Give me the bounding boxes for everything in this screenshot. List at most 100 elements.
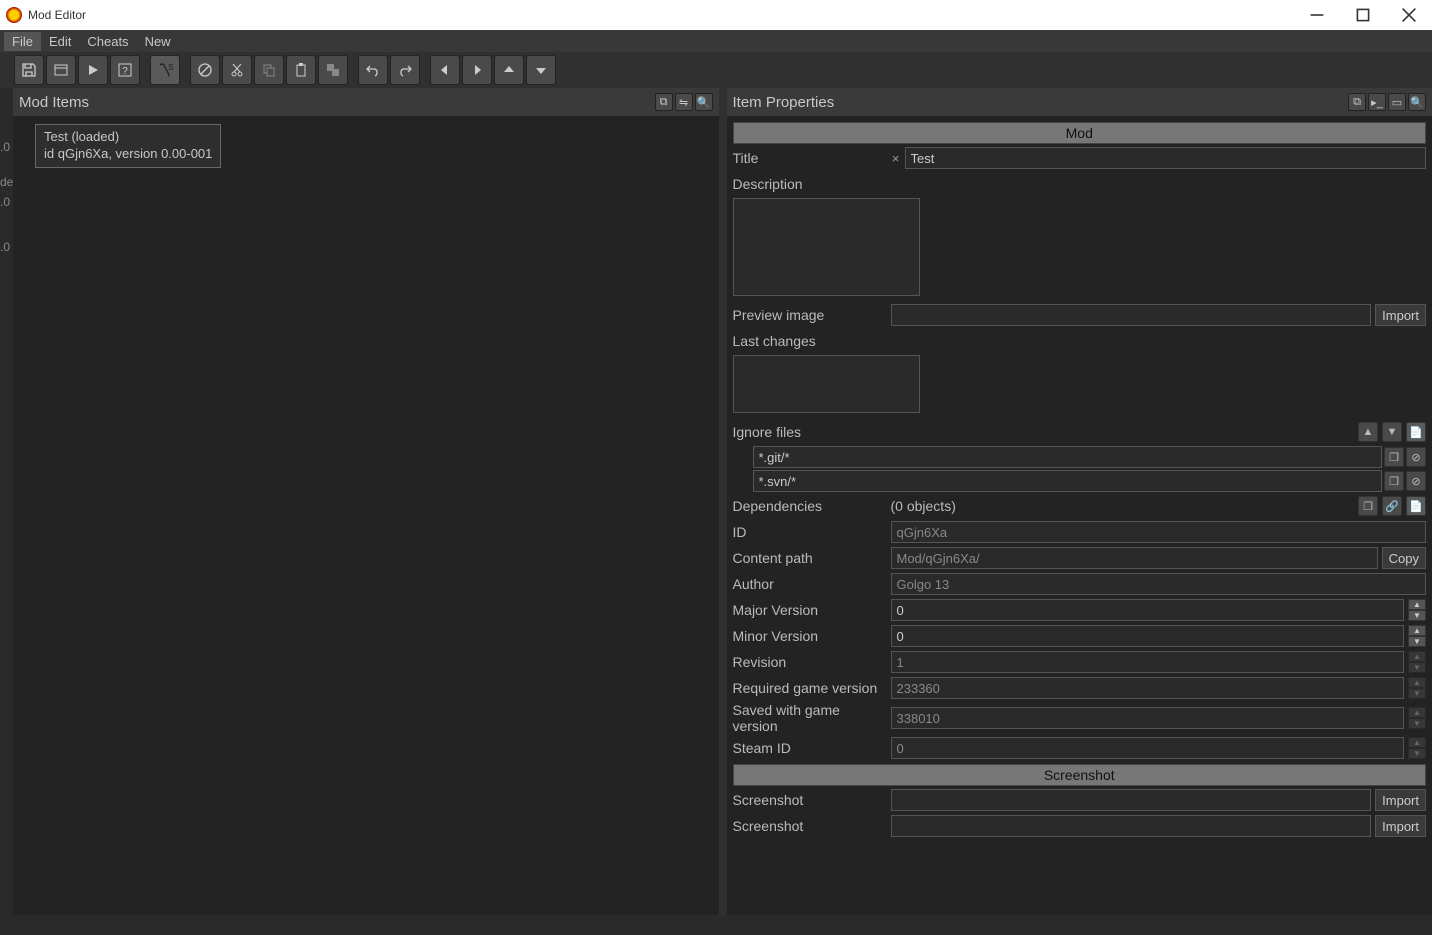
panel-search-icon[interactable]: 🔍 (695, 93, 713, 111)
nav-down-icon[interactable] (526, 55, 556, 85)
import-preview-button[interactable]: Import (1375, 304, 1426, 326)
savedgame-up-icon: ▲ (1408, 707, 1426, 718)
footer-strip (0, 915, 1432, 935)
nav-up-icon[interactable] (494, 55, 524, 85)
id-input (891, 521, 1427, 543)
label-saved-game-version: Saved with game version (733, 702, 887, 734)
description-input[interactable] (733, 198, 920, 296)
ignore-add-icon[interactable]: 📄 (1406, 422, 1426, 442)
paste-icon[interactable] (286, 55, 316, 85)
ignore-pattern-1-input[interactable] (753, 446, 1383, 468)
help-icon[interactable]: ? (110, 55, 140, 85)
minor-up-icon[interactable]: ▲ (1408, 625, 1426, 636)
ignore-down-icon[interactable]: ▼ (1382, 422, 1402, 442)
section-screenshot[interactable]: Screenshot (733, 764, 1427, 786)
play-icon[interactable] (78, 55, 108, 85)
major-down-icon[interactable]: ▼ (1408, 610, 1426, 621)
window-title: Mod Editor (28, 8, 86, 22)
screenshot-1-input[interactable] (891, 789, 1372, 811)
label-title: Title (733, 150, 887, 166)
ignore-copy-icon[interactable]: ❐ (1384, 471, 1404, 491)
deps-add-icon[interactable]: 📄 (1406, 496, 1426, 516)
menu-bar: File Edit Cheats New (0, 30, 1432, 52)
ignore-remove-icon[interactable]: ⊘ (1406, 471, 1426, 491)
savedgame-down-icon: ▼ (1408, 718, 1426, 729)
deps-link-icon[interactable]: 🔗 (1382, 496, 1402, 516)
panel-expand-icon[interactable]: ⧉ (655, 93, 673, 111)
import-screenshot-2-button[interactable]: Import (1375, 815, 1426, 837)
script-icon[interactable]: S (150, 55, 180, 85)
menu-cheats[interactable]: Cheats (79, 32, 136, 51)
label-major-version: Major Version (733, 602, 887, 618)
toolbar: ? S (0, 52, 1432, 88)
svg-text:?: ? (122, 66, 128, 77)
major-up-icon[interactable]: ▲ (1408, 599, 1426, 610)
minimize-button[interactable] (1294, 0, 1340, 30)
dependencies-count: (0 objects) (891, 498, 1355, 514)
ignore-copy-icon[interactable]: ❐ (1384, 447, 1404, 467)
menu-edit[interactable]: Edit (41, 32, 79, 51)
nav-back-icon[interactable] (430, 55, 460, 85)
item-properties-title: Item Properties (733, 94, 835, 111)
reqgame-up-icon: ▲ (1408, 677, 1426, 688)
label-steam-id: Steam ID (733, 740, 887, 756)
preview-image-input[interactable] (891, 304, 1372, 326)
major-version-input[interactable] (891, 599, 1405, 621)
panel-expand-icon[interactable]: ⧉ (1348, 93, 1366, 111)
save-icon[interactable] (14, 55, 44, 85)
panel-search-icon[interactable]: 🔍 (1408, 93, 1426, 111)
revision-up-icon: ▲ (1408, 651, 1426, 662)
copy-path-button[interactable]: Copy (1382, 547, 1426, 569)
item-properties-panel: Item Properties ⧉ ▸_ ▭ 🔍 Mod Title × Des… (719, 88, 1432, 915)
ignore-pattern-2-input[interactable] (753, 470, 1383, 492)
reqgame-down-icon: ▼ (1408, 688, 1426, 699)
nav-forward-icon[interactable] (462, 55, 492, 85)
title-input[interactable] (905, 147, 1427, 169)
menu-new[interactable]: New (137, 32, 179, 51)
cut-icon[interactable] (222, 55, 252, 85)
label-minor-version: Minor Version (733, 628, 887, 644)
panel-console-icon[interactable]: ▸_ (1368, 93, 1386, 111)
import-screenshot-1-button[interactable]: Import (1375, 789, 1426, 811)
close-button[interactable] (1386, 0, 1432, 30)
window-titlebar: Mod Editor (0, 0, 1432, 30)
mod-items-panel: Mod Items ⧉ ⇋ 🔍 Test (loaded) id qGjn6Xa… (13, 88, 719, 915)
label-author: Author (733, 576, 887, 592)
redo-icon[interactable] (390, 55, 420, 85)
steamid-down-icon: ▼ (1408, 748, 1426, 759)
author-input (891, 573, 1427, 595)
layers-icon[interactable] (318, 55, 348, 85)
minor-version-input[interactable] (891, 625, 1405, 647)
mod-items-title: Mod Items (19, 94, 89, 111)
copy-icon[interactable] (254, 55, 284, 85)
forbid-icon[interactable] (190, 55, 220, 85)
svg-text:S: S (168, 63, 173, 72)
ignore-remove-icon[interactable]: ⊘ (1406, 447, 1426, 467)
label-id: ID (733, 524, 887, 540)
screenshot-2-input[interactable] (891, 815, 1372, 837)
label-preview-image: Preview image (733, 307, 887, 323)
app-icon (6, 7, 22, 23)
undo-icon[interactable] (358, 55, 388, 85)
panel-usb-icon[interactable]: ⇋ (675, 93, 693, 111)
window-icon[interactable] (46, 55, 76, 85)
ignore-up-icon[interactable]: ▲ (1358, 422, 1378, 442)
maximize-button[interactable] (1340, 0, 1386, 30)
deps-copy-icon[interactable]: ❐ (1358, 496, 1378, 516)
revision-input (891, 651, 1405, 673)
last-changes-input[interactable] (733, 355, 920, 413)
label-description: Description (733, 176, 887, 192)
menu-file[interactable]: File (4, 32, 41, 51)
clear-title-icon[interactable]: × (891, 151, 901, 166)
mod-item-name: Test (loaded) (44, 129, 212, 146)
section-mod[interactable]: Mod (733, 122, 1427, 144)
mod-list-item[interactable]: Test (loaded) id qGjn6Xa, version 0.00-0… (35, 124, 221, 168)
saved-game-version-input (891, 707, 1405, 729)
label-screenshot-2: Screenshot (733, 818, 887, 834)
label-ignore-files: Ignore files (733, 424, 887, 440)
minor-down-icon[interactable]: ▼ (1408, 636, 1426, 647)
panel-window-icon[interactable]: ▭ (1388, 93, 1406, 111)
revision-down-icon: ▼ (1408, 662, 1426, 673)
content-path-input (891, 547, 1378, 569)
label-content-path: Content path (733, 550, 887, 566)
